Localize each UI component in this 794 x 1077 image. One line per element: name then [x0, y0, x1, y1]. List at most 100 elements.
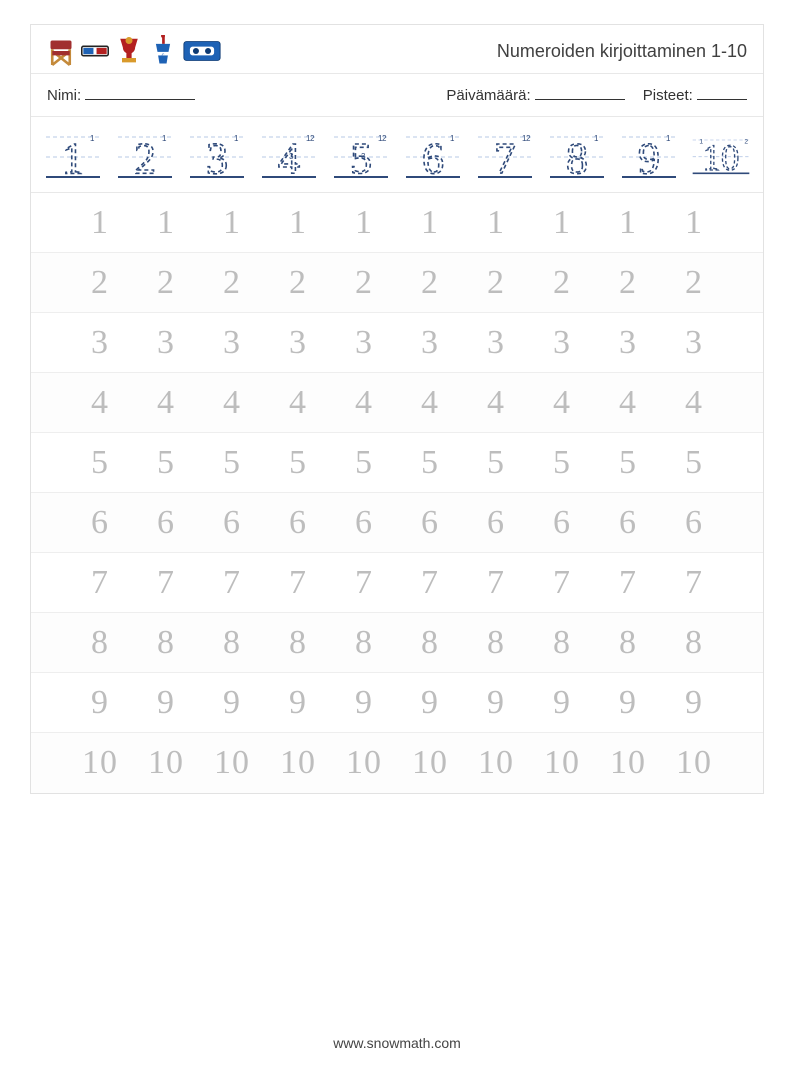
trace-digit[interactable]: 8 [207, 624, 257, 662]
trace-digit[interactable]: 6 [603, 504, 653, 542]
trace-digit[interactable]: 8 [471, 624, 521, 662]
trace-digit[interactable]: 6 [471, 504, 521, 542]
trace-digit[interactable]: 6 [669, 504, 719, 542]
trace-digit[interactable]: 4 [207, 384, 257, 422]
trace-digit[interactable]: 8 [339, 624, 389, 662]
trace-digit[interactable]: 1 [405, 204, 455, 242]
trace-digit[interactable]: 3 [207, 324, 257, 362]
trace-digit[interactable]: 2 [141, 264, 191, 302]
trace-digit[interactable]: 8 [75, 624, 125, 662]
trace-digit[interactable]: 10 [273, 744, 323, 782]
score-blank[interactable] [697, 86, 747, 100]
trace-digit[interactable]: 3 [75, 324, 125, 362]
trace-digit[interactable]: 10 [339, 744, 389, 782]
trace-digit[interactable]: 4 [669, 384, 719, 422]
trace-digit[interactable]: 1 [273, 204, 323, 242]
trace-digit[interactable]: 7 [471, 564, 521, 602]
trace-digit[interactable]: 2 [471, 264, 521, 302]
trace-digit[interactable]: 9 [603, 684, 653, 722]
trace-digit[interactable]: 8 [141, 624, 191, 662]
trace-digit[interactable]: 4 [471, 384, 521, 422]
trace-digit[interactable]: 8 [273, 624, 323, 662]
trace-digit[interactable]: 10 [603, 744, 653, 782]
trace-digit[interactable]: 5 [471, 444, 521, 482]
trace-digit[interactable]: 7 [537, 564, 587, 602]
trace-digit[interactable]: 5 [405, 444, 455, 482]
trace-digit[interactable]: 1 [471, 204, 521, 242]
trace-digit[interactable]: 1 [537, 204, 587, 242]
trace-digit[interactable]: 4 [339, 384, 389, 422]
trace-digit[interactable]: 9 [669, 684, 719, 722]
trace-digit[interactable]: 7 [75, 564, 125, 602]
trace-digit[interactable]: 5 [603, 444, 653, 482]
trace-digit[interactable]: 2 [603, 264, 653, 302]
trace-digit[interactable]: 4 [141, 384, 191, 422]
trace-digit[interactable]: 10 [141, 744, 191, 782]
trace-digit[interactable]: 4 [273, 384, 323, 422]
trace-digit[interactable]: 3 [669, 324, 719, 362]
trace-digit[interactable]: 2 [207, 264, 257, 302]
date-blank[interactable] [535, 86, 625, 100]
trace-digit[interactable]: 3 [471, 324, 521, 362]
trace-digit[interactable]: 4 [603, 384, 653, 422]
trace-digit[interactable]: 1 [339, 204, 389, 242]
trace-digit[interactable]: 5 [669, 444, 719, 482]
trace-digit[interactable]: 5 [141, 444, 191, 482]
trace-digit[interactable]: 3 [537, 324, 587, 362]
trace-digit[interactable]: 10 [471, 744, 521, 782]
trace-digit[interactable]: 3 [603, 324, 653, 362]
trace-digit[interactable]: 5 [75, 444, 125, 482]
trace-digit[interactable]: 6 [405, 504, 455, 542]
trace-digit[interactable]: 7 [141, 564, 191, 602]
trace-digit[interactable]: 1 [669, 204, 719, 242]
trace-digit[interactable]: 7 [669, 564, 719, 602]
trace-digit[interactable]: 10 [669, 744, 719, 782]
trace-digit[interactable]: 6 [273, 504, 323, 542]
trace-digit[interactable]: 5 [207, 444, 257, 482]
trace-digit[interactable]: 7 [207, 564, 257, 602]
trace-digit[interactable]: 2 [537, 264, 587, 302]
trace-digit[interactable]: 9 [339, 684, 389, 722]
trace-digit[interactable]: 7 [339, 564, 389, 602]
trace-digit[interactable]: 3 [141, 324, 191, 362]
name-blank[interactable] [85, 86, 195, 100]
trace-digit[interactable]: 4 [537, 384, 587, 422]
trace-digit[interactable]: 2 [75, 264, 125, 302]
trace-digit[interactable]: 3 [273, 324, 323, 362]
trace-digit[interactable]: 1 [75, 204, 125, 242]
trace-digit[interactable]: 10 [75, 744, 125, 782]
trace-digit[interactable]: 4 [75, 384, 125, 422]
trace-digit[interactable]: 2 [273, 264, 323, 302]
trace-digit[interactable]: 5 [273, 444, 323, 482]
trace-digit[interactable]: 10 [207, 744, 257, 782]
trace-digit[interactable]: 10 [405, 744, 455, 782]
trace-digit[interactable]: 9 [273, 684, 323, 722]
trace-digit[interactable]: 6 [75, 504, 125, 542]
trace-digit[interactable]: 6 [141, 504, 191, 542]
trace-digit[interactable]: 3 [339, 324, 389, 362]
trace-digit[interactable]: 7 [405, 564, 455, 602]
trace-digit[interactable]: 8 [603, 624, 653, 662]
trace-digit[interactable]: 6 [537, 504, 587, 542]
trace-digit[interactable]: 9 [471, 684, 521, 722]
trace-digit[interactable]: 5 [537, 444, 587, 482]
trace-digit[interactable]: 5 [339, 444, 389, 482]
trace-digit[interactable]: 1 [207, 204, 257, 242]
trace-digit[interactable]: 8 [669, 624, 719, 662]
trace-digit[interactable]: 10 [537, 744, 587, 782]
trace-digit[interactable]: 3 [405, 324, 455, 362]
trace-digit[interactable]: 9 [207, 684, 257, 722]
trace-digit[interactable]: 9 [141, 684, 191, 722]
trace-digit[interactable]: 9 [405, 684, 455, 722]
trace-digit[interactable]: 2 [405, 264, 455, 302]
trace-digit[interactable]: 8 [537, 624, 587, 662]
trace-digit[interactable]: 6 [207, 504, 257, 542]
trace-digit[interactable]: 4 [405, 384, 455, 422]
trace-digit[interactable]: 8 [405, 624, 455, 662]
trace-digit[interactable]: 9 [75, 684, 125, 722]
trace-digit[interactable]: 2 [339, 264, 389, 302]
trace-digit[interactable]: 7 [603, 564, 653, 602]
trace-digit[interactable]: 2 [669, 264, 719, 302]
trace-digit[interactable]: 6 [339, 504, 389, 542]
trace-digit[interactable]: 1 [141, 204, 191, 242]
